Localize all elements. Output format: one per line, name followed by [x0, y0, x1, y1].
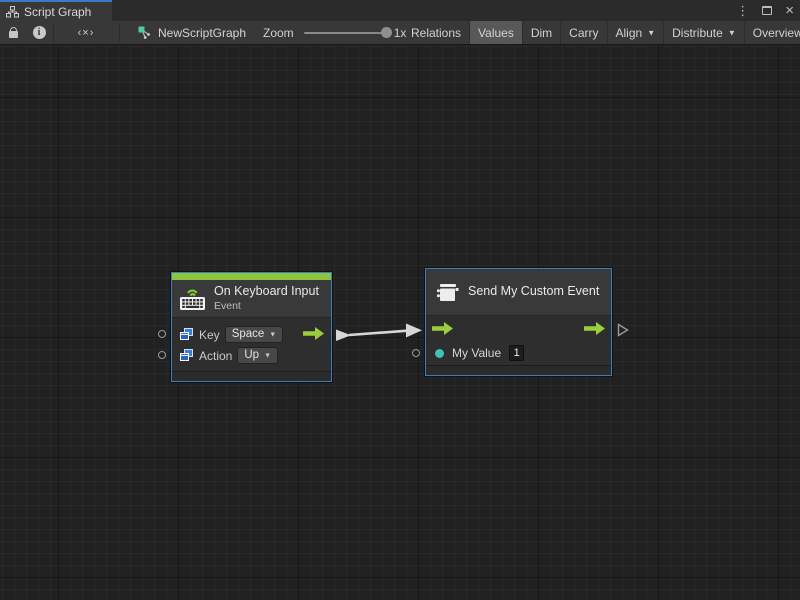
relations-button[interactable]: Relations	[403, 21, 470, 44]
graph-reference[interactable]: NewScriptGraph	[138, 21, 246, 44]
port-label: Key	[199, 328, 220, 342]
menu-icon[interactable]: ⋮	[736, 0, 749, 21]
graph-canvas[interactable]: On Keyboard Input Event Key Space ▼	[0, 45, 800, 600]
maximize-icon[interactable]	[762, 6, 772, 15]
tab-script-graph[interactable]: Script Graph	[0, 0, 112, 21]
node-send-my-custom-event[interactable]: Send My Custom Event My Value 1	[425, 268, 612, 376]
chevron-down-icon: ▼	[269, 331, 276, 338]
key-dropdown[interactable]: Space ▼	[226, 327, 283, 342]
node-body: My Value 1	[426, 316, 611, 365]
chevron-down-icon: ▼	[647, 29, 655, 38]
node-footer	[426, 365, 611, 375]
event-active-bar	[172, 273, 331, 280]
wire-start-cap	[336, 330, 351, 342]
carry-button[interactable]: Carry	[561, 21, 607, 44]
key-input-port[interactable]	[158, 330, 166, 338]
flow-connection-wire	[0, 45, 800, 600]
value-port-dot-icon	[435, 349, 444, 358]
port-row-action: Action Up ▼	[172, 345, 331, 366]
unconnected-flow-triangle[interactable]	[617, 323, 629, 337]
toolbar-separator	[53, 23, 54, 42]
chevron-down-icon: ▼	[728, 29, 736, 38]
port-label: My Value	[452, 346, 501, 360]
port-label: Action	[199, 349, 232, 363]
node-on-keyboard-input[interactable]: On Keyboard Input Event Key Space ▼	[171, 272, 332, 382]
node-body: Key Space ▼ Action	[172, 318, 331, 371]
lock-icon	[9, 31, 18, 38]
tab-title: Script Graph	[24, 5, 91, 19]
values-button[interactable]: Values	[470, 21, 523, 44]
my-value-input-field[interactable]: 1	[509, 345, 524, 361]
graph-name: NewScriptGraph	[158, 26, 246, 40]
action-input-port[interactable]	[158, 351, 166, 359]
enum-literal-icon	[180, 328, 193, 341]
overview-button[interactable]: Overview	[745, 21, 800, 44]
enum-literal-icon	[180, 349, 193, 362]
close-icon[interactable]: ×	[785, 0, 794, 21]
lock-button[interactable]	[0, 21, 26, 44]
toolbar-separator	[119, 23, 120, 42]
port-row-key: Key Space ▼	[172, 324, 331, 345]
graph-toolbar: i ‹×› NewScriptGraph Zoom 1x Relations V…	[0, 21, 800, 45]
node-title: Send My Custom Event	[468, 284, 599, 300]
port-row-my-value: My Value 1	[426, 341, 611, 365]
zoom-label: Zoom	[263, 26, 294, 40]
info-icon: i	[33, 26, 46, 39]
flow-output-port[interactable]	[584, 322, 605, 335]
align-dropdown-button[interactable]: Align▼	[608, 21, 665, 44]
custom-event-icon	[435, 280, 460, 305]
script-graph-window: Script Graph ⋮ × i ‹×› NewScriptGraph Zo…	[0, 0, 800, 600]
action-dropdown[interactable]: Up ▼	[238, 348, 277, 363]
zoom-control: Zoom 1x	[263, 21, 406, 44]
view-buttons-group: Relations Values Dim Carry Align▼ Distri…	[403, 21, 800, 44]
node-footer	[172, 371, 331, 381]
node-header[interactable]: Send My Custom Event	[426, 269, 611, 316]
node-subtitle: Event	[214, 300, 319, 313]
flow-input-port[interactable]	[432, 322, 453, 335]
info-button[interactable]: i	[26, 21, 52, 44]
node-title: On Keyboard Input	[214, 284, 319, 300]
distribute-dropdown-button[interactable]: Distribute▼	[664, 21, 745, 44]
wire-line[interactable]	[349, 331, 409, 335]
node-header[interactable]: On Keyboard Input Event	[172, 280, 331, 318]
chevron-down-icon: ▼	[264, 352, 271, 359]
my-value-input-port[interactable]	[412, 349, 420, 357]
zoom-slider-handle[interactable]	[381, 27, 392, 38]
tab-strip: Script Graph ⋮ ×	[0, 0, 800, 21]
script-graph-asset-icon	[138, 26, 152, 40]
dim-button[interactable]: Dim	[523, 21, 561, 44]
keyboard-input-icon	[179, 286, 206, 311]
graph-tree-icon	[6, 6, 19, 18]
zoom-slider[interactable]	[304, 32, 390, 34]
code-view-button[interactable]: ‹×›	[56, 21, 116, 44]
flow-port-row	[426, 316, 611, 341]
window-controls: ⋮ ×	[736, 0, 794, 21]
flow-output-port[interactable]	[303, 327, 324, 340]
